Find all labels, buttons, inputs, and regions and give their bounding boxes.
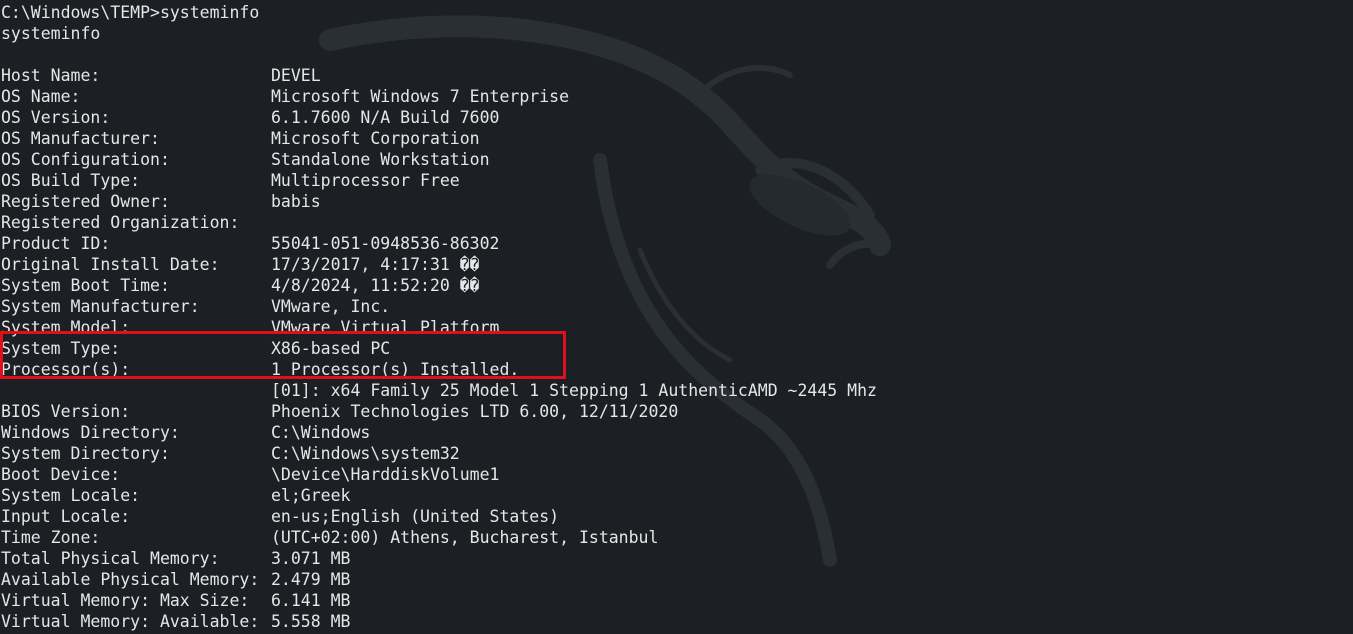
info-label: Virtual Memory: Available: — [1, 612, 260, 631]
info-row: System Directory: C:\Windows\system32 — [1, 443, 877, 464]
terminal-output[interactable]: C:\Windows\TEMP>systeminfo systeminfo Ho… — [1, 2, 877, 632]
info-value: \Device\HarddiskVolume1 — [271, 465, 500, 484]
info-row: Registered Owner: babis — [1, 191, 877, 212]
info-row: OS Name: Microsoft Windows 7 Enterprise — [1, 86, 877, 107]
info-row: Product ID: 55041-051-0948536-86302 — [1, 233, 877, 254]
info-row: Boot Device: \Device\HarddiskVolume1 — [1, 464, 877, 485]
info-value: Microsoft Windows 7 Enterprise — [271, 87, 570, 106]
info-row: Host Name: DEVEL — [1, 65, 877, 86]
info-value: DEVEL — [271, 66, 321, 85]
info-value: 6.1.7600 N/A Build 7600 — [271, 108, 500, 127]
info-row: Available Physical Memory: 2.479 MB — [1, 569, 877, 590]
info-row: System Boot Time: 4/8/2024, 11:52:20 �� — [1, 275, 877, 296]
info-label: OS Name: — [1, 87, 81, 106]
info-label: OS Configuration: — [1, 150, 170, 169]
info-label: Original Install Date: — [1, 255, 220, 274]
info-row: [01]: x64 Family 25 Model 1 Stepping 1 A… — [1, 380, 877, 401]
info-label: Input Locale: — [1, 507, 131, 526]
highlight-annotation-box — [0, 331, 566, 379]
info-row: Total Physical Memory: 3.071 MB — [1, 548, 877, 569]
info-value: 17/3/2017, 4:17:31 �� — [271, 255, 480, 274]
info-value: C:\Windows — [271, 423, 371, 442]
info-label: Total Physical Memory: — [1, 549, 220, 568]
info-label: BIOS Version: — [1, 402, 131, 421]
info-row: Time Zone: (UTC+02:00) Athens, Bucharest,… — [1, 527, 877, 548]
info-value: 4/8/2024, 11:52:20 �� — [271, 276, 480, 295]
info-value: 6.141 MB — [271, 591, 351, 610]
info-value: VMware, Inc. — [271, 297, 391, 316]
info-row: OS Manufacturer: Microsoft Corporation — [1, 128, 877, 149]
info-label: OS Build Type: — [1, 171, 141, 190]
info-label: Available Physical Memory: — [1, 570, 260, 589]
info-label: System Directory: — [1, 444, 170, 463]
prompt-line: C:\Windows\TEMP>systeminfo — [1, 3, 260, 22]
info-row: OS Version: 6.1.7600 N/A Build 7600 — [1, 107, 877, 128]
info-row: OS Configuration: Standalone Workstation — [1, 149, 877, 170]
info-value: el;Greek — [271, 486, 351, 505]
info-row: Windows Directory: C:\Windows — [1, 422, 877, 443]
info-value: (UTC+02:00) Athens, Bucharest, Istanbul — [271, 528, 659, 547]
info-value: [01]: x64 Family 25 Model 1 Stepping 1 A… — [271, 381, 877, 400]
info-label: Boot Device: — [1, 465, 121, 484]
info-label: System Manufacturer: — [1, 297, 200, 316]
info-row: Original Install Date: 17/3/2017, 4:17:31… — [1, 254, 877, 275]
info-label: Virtual Memory: Max Size: — [1, 591, 250, 610]
info-label: Windows Directory: — [1, 423, 180, 442]
info-value: 2.479 MB — [271, 570, 351, 589]
info-row: System Locale: el;Greek — [1, 485, 877, 506]
info-value: Multiprocessor Free — [271, 171, 460, 190]
info-label: Product ID: — [1, 234, 111, 253]
command-echo: systeminfo — [1, 24, 101, 43]
info-value: C:\Windows\system32 — [271, 444, 460, 463]
info-value: Standalone Workstation — [271, 150, 490, 169]
info-row: BIOS Version: Phoenix Technologies LTD 6.… — [1, 401, 877, 422]
info-label: Registered Organization: — [1, 213, 240, 232]
info-value: 55041-051-0948536-86302 — [271, 234, 500, 253]
info-label: OS Version: — [1, 108, 111, 127]
info-label: System Boot Time: — [1, 276, 170, 295]
info-row: OS Build Type: Multiprocessor Free — [1, 170, 877, 191]
info-value: en-us;English (United States) — [271, 507, 560, 526]
info-value: 3.071 MB — [271, 549, 351, 568]
info-value: 5.558 MB — [271, 612, 351, 631]
info-value: babis — [271, 192, 321, 211]
info-row: Registered Organization: — [1, 212, 877, 233]
info-label: Registered Owner: — [1, 192, 170, 211]
info-label: Host Name: — [1, 66, 101, 85]
info-row: Virtual Memory: Available: 5.558 MB — [1, 611, 877, 632]
info-label: OS Manufacturer: — [1, 129, 160, 148]
info-value: Microsoft Corporation — [271, 129, 480, 148]
info-value: Phoenix Technologies LTD 6.00, 12/11/202… — [271, 402, 679, 421]
info-row: Virtual Memory: Max Size: 6.141 MB — [1, 590, 877, 611]
info-row: System Manufacturer: VMware, Inc. — [1, 296, 877, 317]
info-label: System Locale: — [1, 486, 141, 505]
info-row: Input Locale: en-us;English (United State… — [1, 506, 877, 527]
info-label: Time Zone: — [1, 528, 101, 547]
